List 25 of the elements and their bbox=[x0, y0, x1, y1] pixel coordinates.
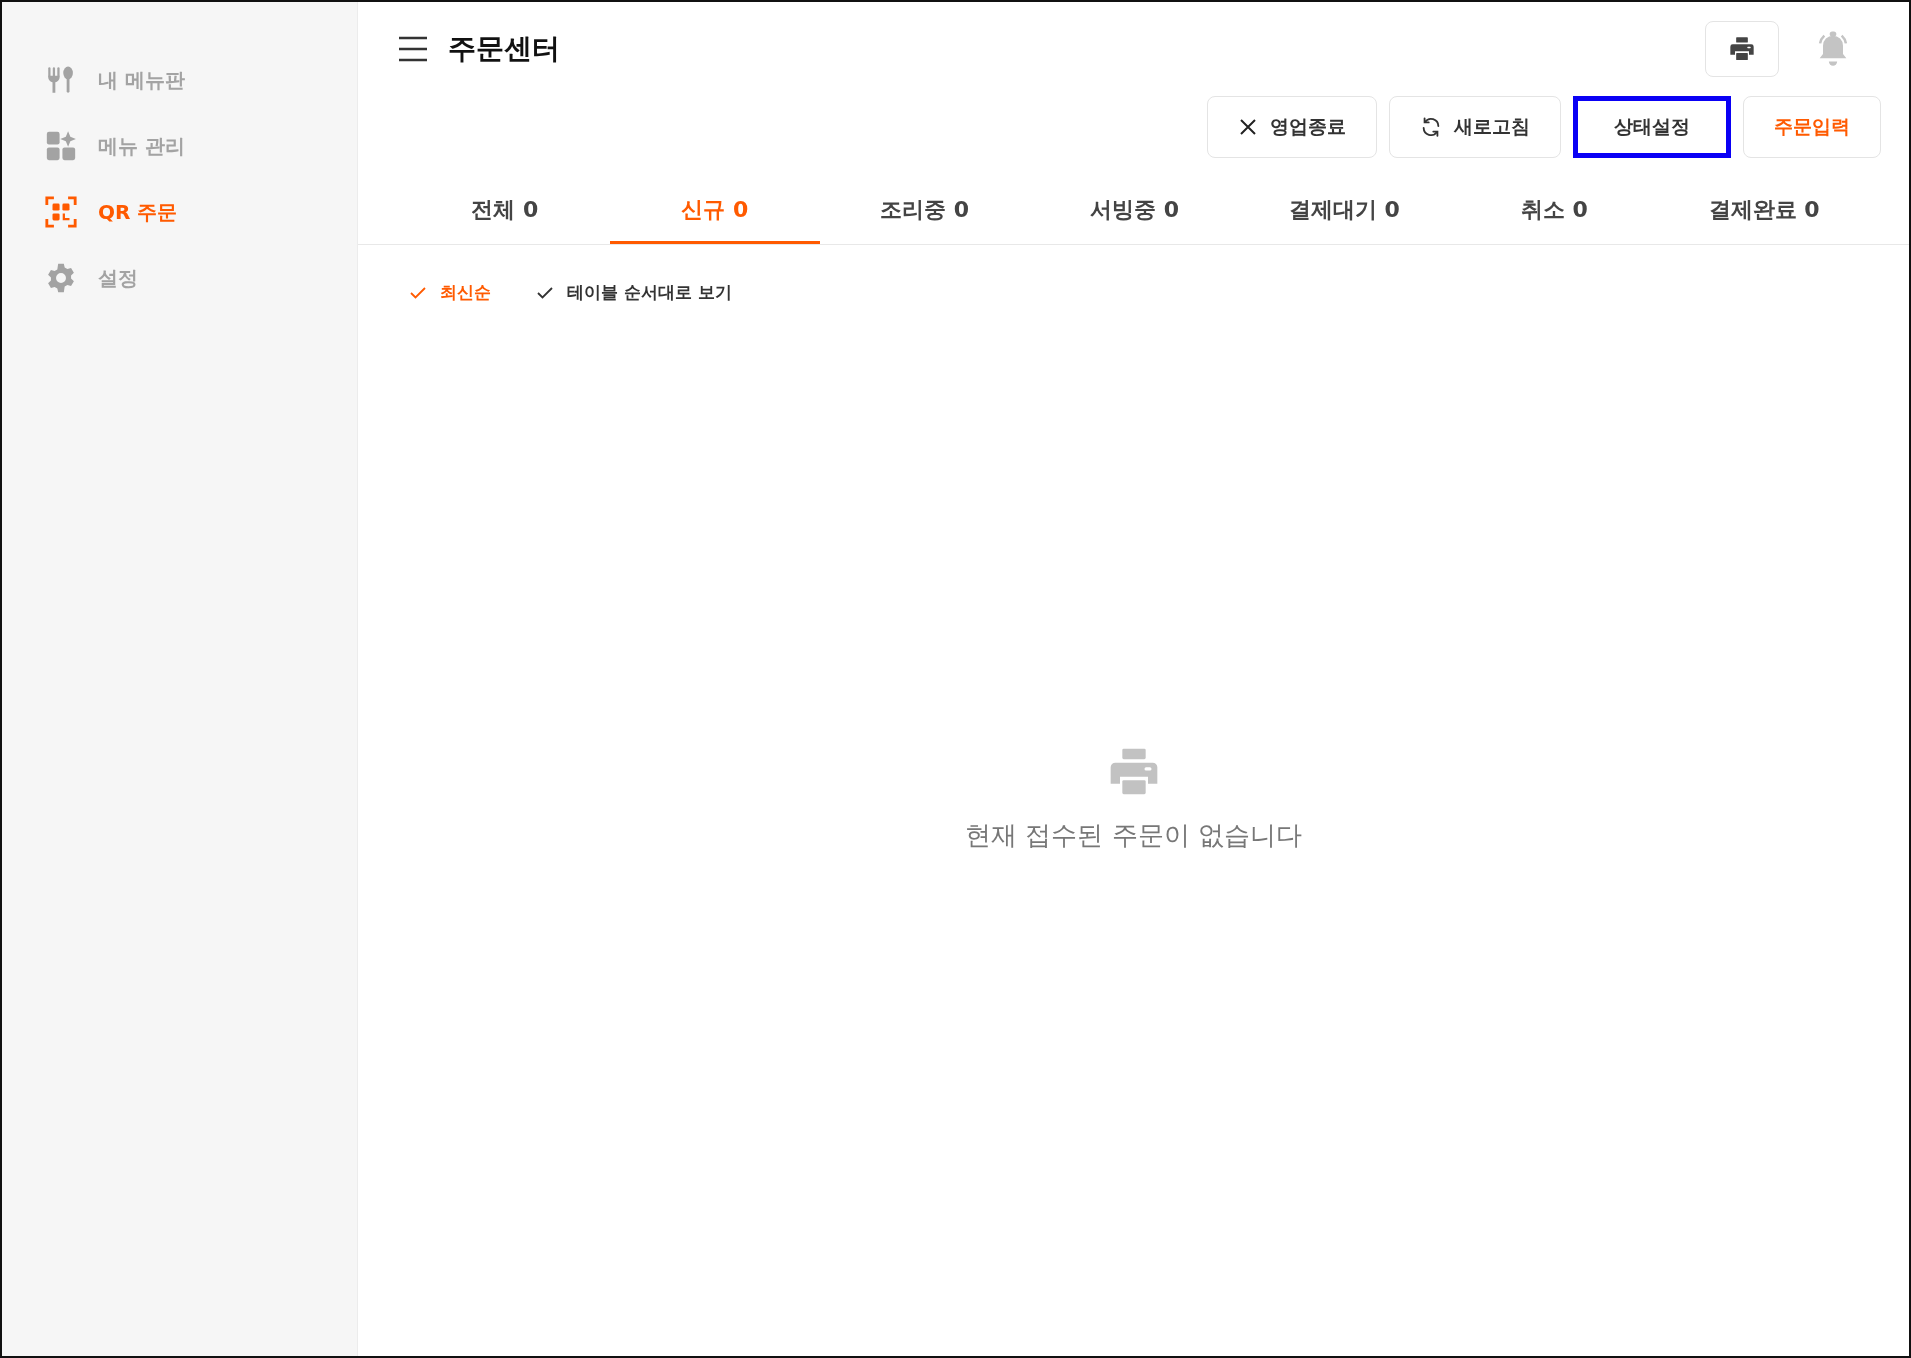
empty-message: 현재 접수된 주문이 없습니다 bbox=[965, 819, 1302, 852]
sidebar-item-label: 내 메뉴판 bbox=[98, 66, 185, 94]
status-tab[interactable]: 결제대기 0 bbox=[1239, 178, 1450, 244]
print-button[interactable] bbox=[1705, 21, 1779, 77]
qr-scan-icon bbox=[44, 195, 78, 229]
status-tab[interactable]: 서빙중 0 bbox=[1029, 178, 1240, 244]
status-tab[interactable]: 전체 0 bbox=[400, 178, 610, 244]
widgets-icon bbox=[44, 129, 78, 163]
check-icon bbox=[410, 286, 426, 299]
close-icon bbox=[1238, 117, 1258, 137]
status-tab[interactable]: 조리중 0 bbox=[819, 178, 1030, 244]
page-title: 주문센터 bbox=[448, 31, 561, 67]
action-button[interactable]: 상태설정 bbox=[1573, 96, 1731, 158]
sort-option[interactable]: 테이블 순서대로 보기 bbox=[537, 281, 732, 304]
status-tab[interactable]: 결제완료 0 bbox=[1659, 178, 1869, 244]
sidebar-item-label: 설정 bbox=[98, 264, 138, 292]
print-icon bbox=[1728, 35, 1756, 63]
refresh-icon bbox=[1420, 116, 1442, 138]
sidebar-item-label: QR 주문 bbox=[98, 198, 178, 226]
status-tab[interactable]: 취소 0 bbox=[1449, 178, 1660, 244]
menu-icon[interactable] bbox=[398, 36, 428, 62]
action-button[interactable]: 영업종료 bbox=[1207, 96, 1377, 158]
action-button[interactable]: 새로고침 bbox=[1389, 96, 1561, 158]
check-icon bbox=[537, 286, 553, 299]
sidebar-item-label: 메뉴 관리 bbox=[98, 132, 185, 160]
